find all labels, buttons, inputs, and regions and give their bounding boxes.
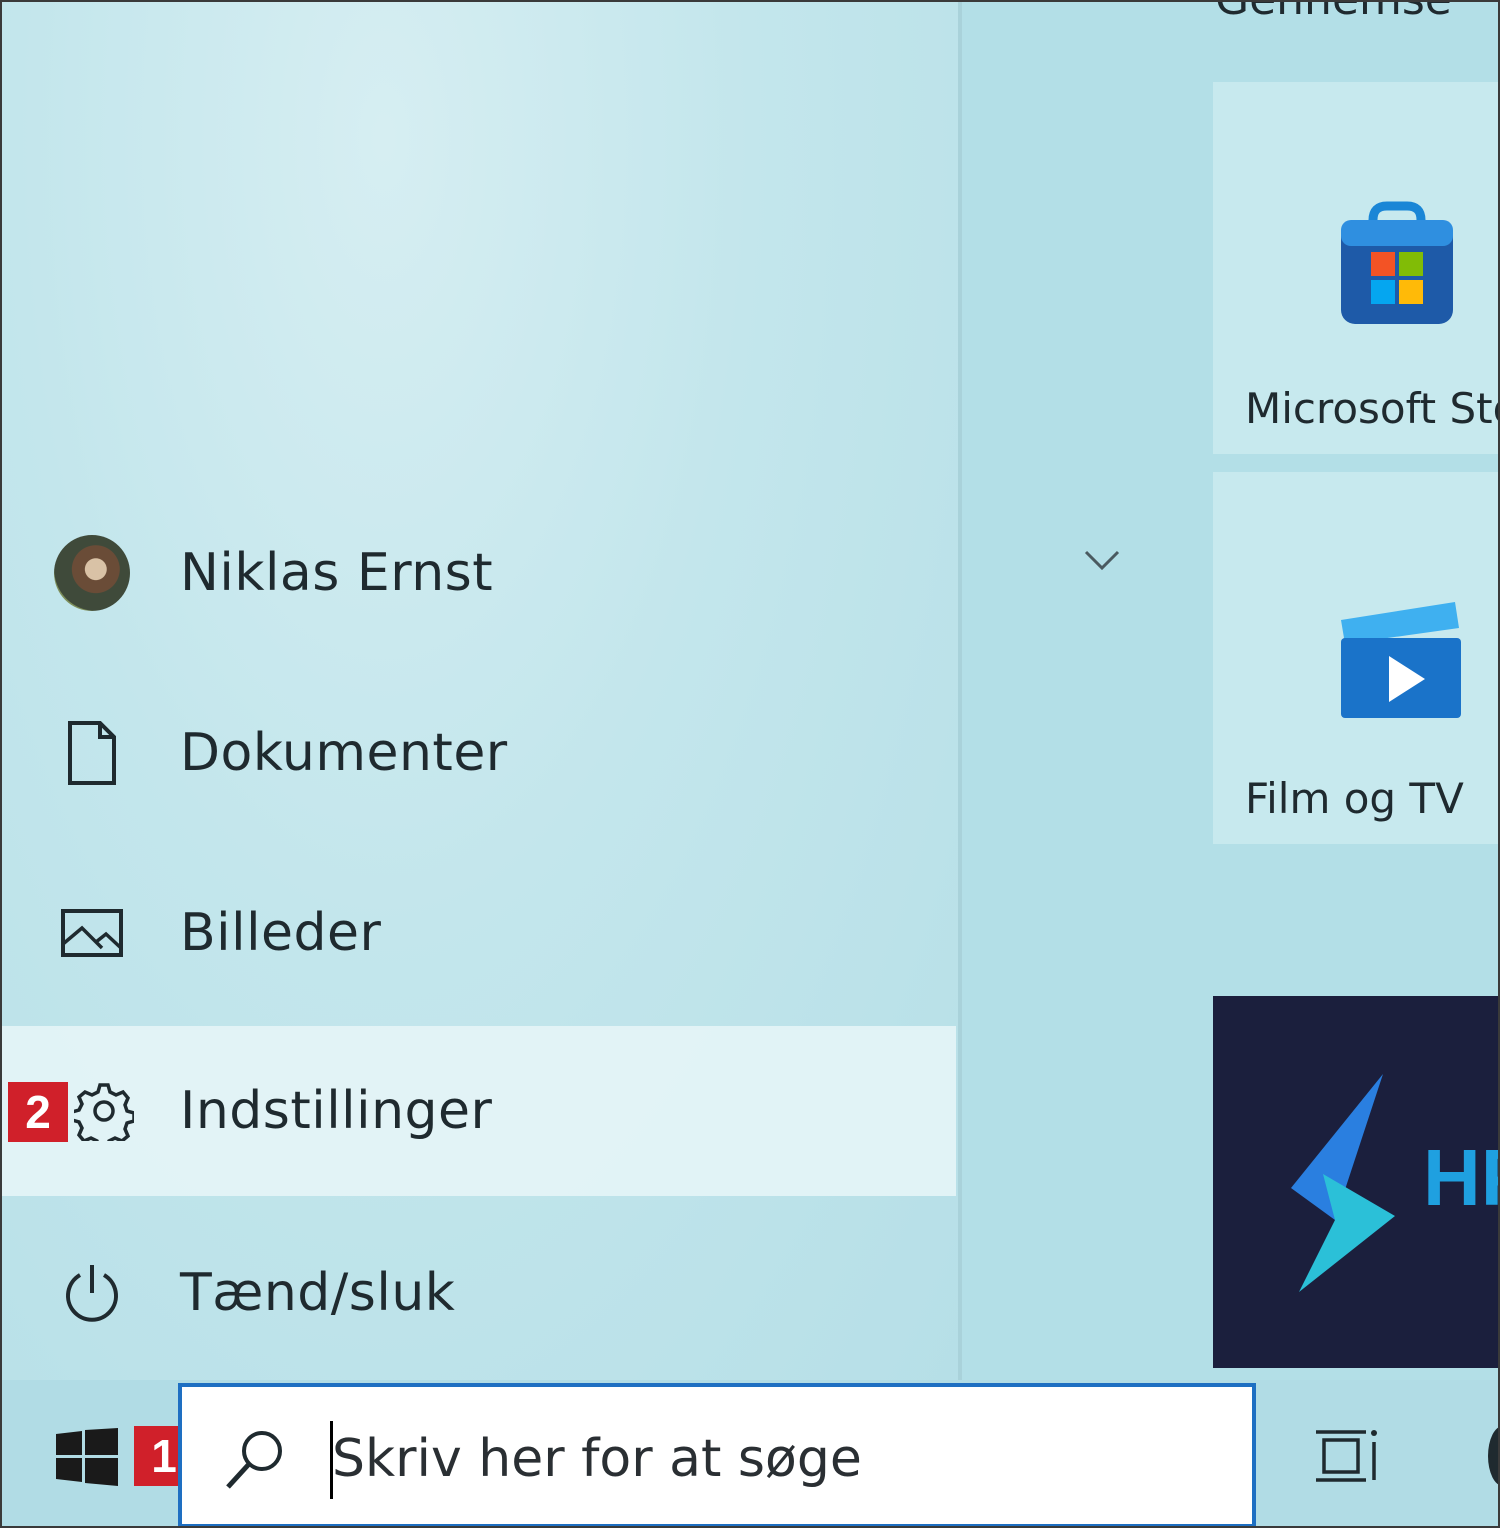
- pictures-icon: [52, 893, 132, 973]
- menu-item-label: Billeder: [180, 903, 382, 963]
- tile-hp[interactable]: HP: [1213, 996, 1500, 1368]
- power-icon: [52, 1253, 132, 1333]
- gear-icon: [64, 1071, 144, 1151]
- chevron-down-icon[interactable]: [1080, 538, 1124, 582]
- menu-item-label: Dokumenter: [180, 723, 508, 783]
- user-avatar: [52, 533, 132, 613]
- avatar: [54, 535, 130, 611]
- callout-badge-2: 2: [8, 1082, 68, 1142]
- user-account-item[interactable]: Niklas Ernst: [0, 488, 956, 658]
- store-bag-icon: [1341, 201, 1453, 324]
- hp-logo-icon: [1291, 1074, 1395, 1292]
- user-name-label: Niklas Ernst: [180, 543, 494, 603]
- search-input[interactable]: [328, 1419, 1212, 1499]
- menu-item-label: Tænd/sluk: [180, 1263, 456, 1323]
- film-play-icon: [1341, 602, 1461, 718]
- menu-item-settings[interactable]: Indstillinger: [0, 1026, 956, 1196]
- task-view-icon[interactable]: [1314, 1428, 1380, 1484]
- tile-label: Film og TV: [1245, 774, 1464, 823]
- tile-label: Microsoft Sto: [1245, 384, 1500, 433]
- tile-film-og-tv[interactable]: Film og TV: [1213, 472, 1500, 844]
- menu-item-documents[interactable]: Dokumenter: [0, 668, 956, 838]
- tile-group-title: Gennemse: [1215, 0, 1452, 25]
- menu-item-pictures[interactable]: Billeder: [0, 848, 956, 1018]
- menu-item-label: Indstillinger: [180, 1081, 493, 1141]
- search-icon: [226, 1431, 282, 1489]
- text-caret: [330, 1421, 333, 1499]
- tile-microsoft-store[interactable]: Microsoft Sto: [1213, 82, 1500, 454]
- start-menu-left-pane: Niklas Ernst Dokumenter Billeder Indstil…: [0, 0, 960, 1380]
- windows-start-icon[interactable]: [56, 1428, 118, 1486]
- document-icon: [52, 713, 132, 793]
- taskbar-search-box[interactable]: [178, 1383, 1256, 1528]
- hp-logo-text: HP: [1423, 1133, 1500, 1222]
- menu-item-power[interactable]: Tænd/sluk: [0, 1208, 956, 1378]
